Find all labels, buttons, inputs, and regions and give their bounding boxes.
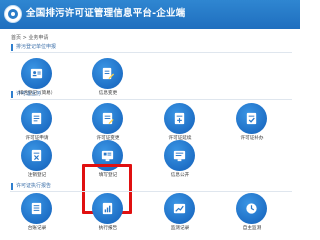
monitoring-icon (246, 203, 257, 214)
tile-icon-circle (21, 140, 52, 171)
document-edit-icon (102, 112, 114, 125)
platform-logo-icon (4, 5, 22, 23)
tile-permit-reissue[interactable]: 许可证补办 (230, 103, 274, 147)
tile-deregistration[interactable]: 注销登记 (15, 140, 59, 184)
monitor-icon (173, 150, 186, 162)
document-cancel-icon (31, 149, 42, 162)
id-card-icon (30, 68, 43, 79)
tile-icon-circle (164, 193, 195, 224)
tile-label: 信息公开 (170, 173, 190, 178)
tile-monitoring-record[interactable]: 监测记录 (158, 193, 202, 237)
section-title: 许可证执行报告 (11, 183, 51, 190)
tile-icon-circle (164, 103, 195, 134)
edit-document-icon (102, 67, 115, 80)
tile-label: 执行报告 (98, 226, 118, 231)
section-execution-report: 许可证执行报告 (10, 183, 292, 192)
tile-icon-circle (164, 140, 195, 171)
chart-icon (173, 203, 186, 214)
tile-icon-circle (92, 103, 123, 134)
tile-label: 注销登记 (27, 173, 47, 178)
ledger-icon (31, 202, 42, 215)
tile-icon-circle (236, 103, 267, 134)
app-header: 全国排污许可证管理信息平台-企业端 (0, 0, 300, 29)
tile-icon-circle (236, 193, 267, 224)
app-title: 全国排污许可证管理信息平台-企业端 (26, 8, 186, 19)
report-icon (102, 202, 113, 215)
tile-label: 许可证补办 (240, 136, 264, 141)
document-icon (31, 112, 42, 125)
page: 全国排污许可证管理信息平台-企业端 首页 > 业务申请 排污登记单位申报 排污登… (0, 0, 300, 240)
tile-execution-report[interactable]: 执行报告 (86, 193, 130, 237)
tile-icon-circle (92, 193, 123, 224)
tile-self-monitoring[interactable]: 自主监测 (230, 193, 274, 237)
document-plus-icon (174, 112, 185, 125)
tile-info-disclosure[interactable]: 信息公开 (158, 140, 202, 184)
tile-icon-circle (21, 103, 52, 134)
tile-label: 监测记录 (170, 226, 190, 231)
breadcrumb[interactable]: 首页 > 业务申请 (11, 34, 48, 41)
section-registration: 排污登记单位申报 (10, 44, 292, 53)
section-title: 排污登记单位申报 (11, 44, 56, 51)
section-permit-business: 许可证业务 (10, 91, 292, 100)
tile-icon-circle (92, 58, 123, 89)
tile-icon-circle (21, 58, 52, 89)
document-check-icon (246, 112, 257, 125)
section-title: 许可证业务 (11, 91, 41, 98)
tile-icon-circle (21, 193, 52, 224)
tile-ledger-record[interactable]: 台账记录 (15, 193, 59, 237)
tile-label: 台账记录 (27, 226, 47, 231)
tile-label: 自主监测 (242, 226, 262, 231)
monitor-form-icon (101, 150, 114, 162)
